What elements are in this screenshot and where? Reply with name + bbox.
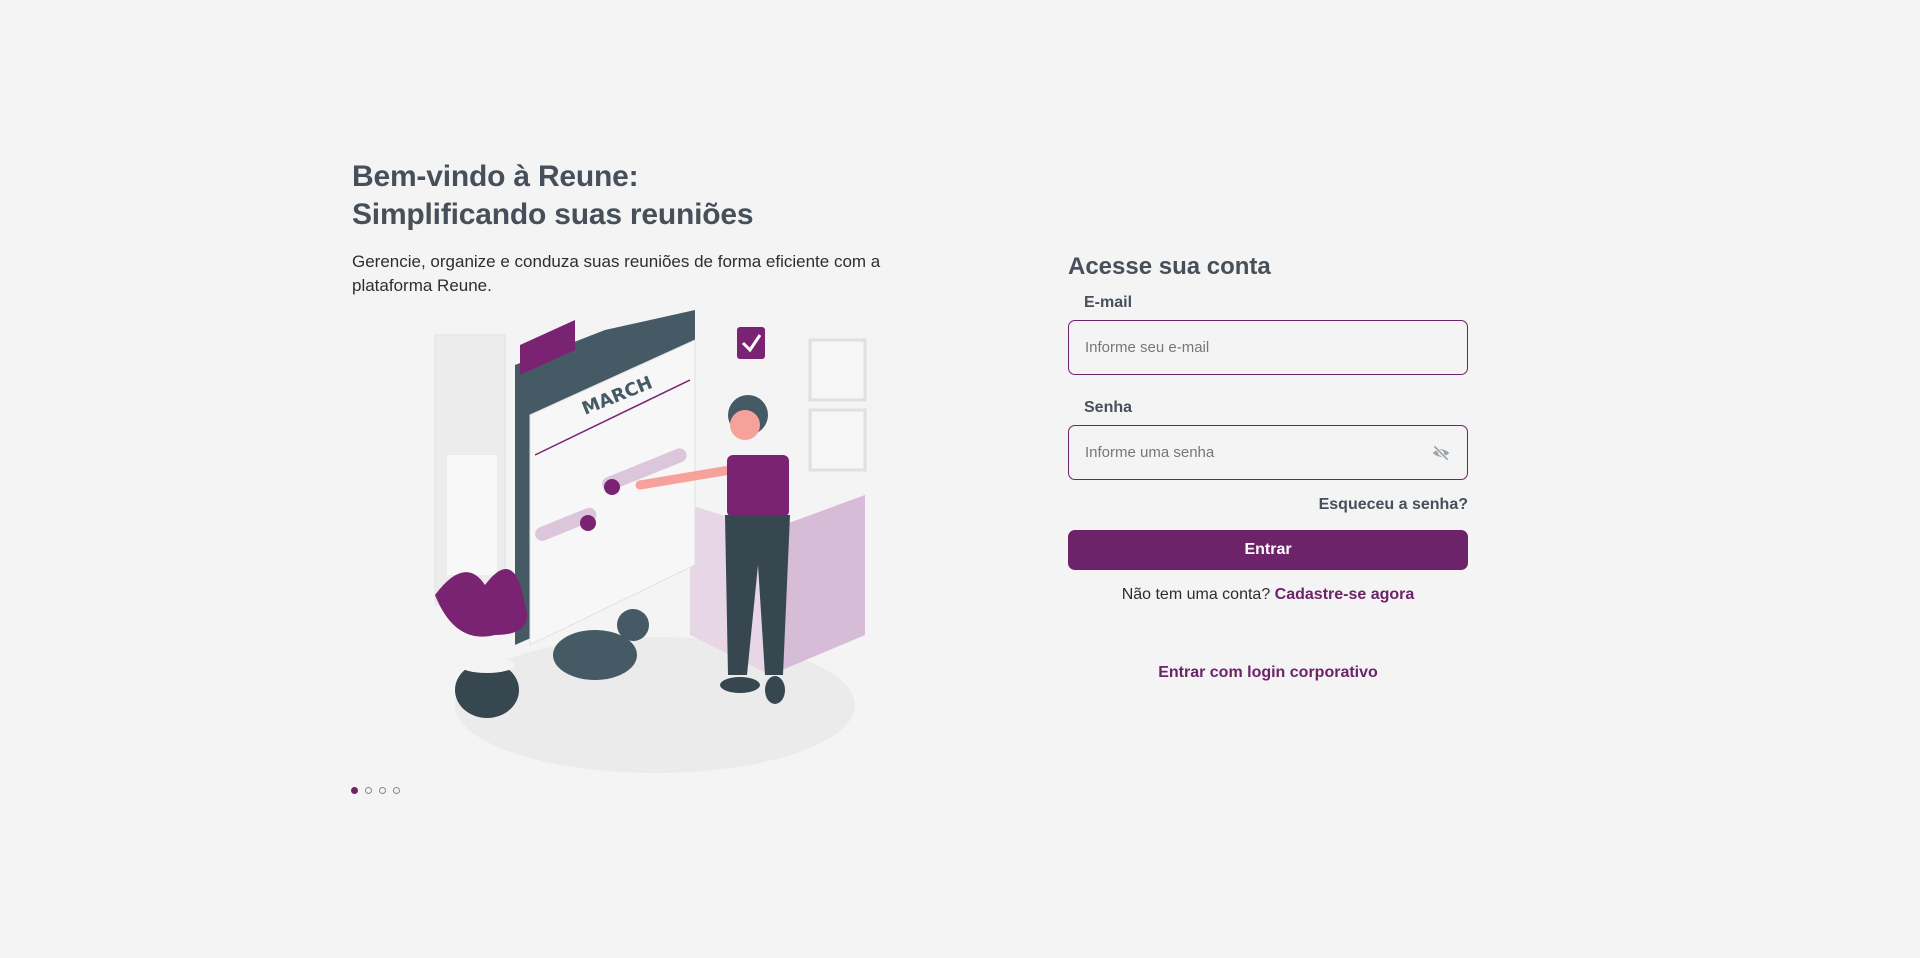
password-input[interactable] bbox=[1069, 426, 1467, 479]
corporate-login-link[interactable]: Entrar com login corporativo bbox=[1068, 664, 1468, 682]
signup-link[interactable]: Cadastre-se agora bbox=[1275, 586, 1415, 603]
eye-off-icon[interactable] bbox=[1431, 443, 1451, 463]
login-button[interactable]: Entrar bbox=[1068, 530, 1468, 570]
email-field-box bbox=[1068, 320, 1468, 375]
no-account-text: Não tem uma conta? bbox=[1121, 586, 1271, 603]
hero-title-line2: Simplificando suas reuniões bbox=[352, 198, 754, 231]
login-form: Acesse sua conta E-mail Senha Esqueceu a… bbox=[1068, 250, 1468, 682]
password-label: Senha bbox=[1084, 399, 1133, 416]
hero-description: Gerencie, organize e conduza suas reuniõ… bbox=[352, 252, 881, 295]
email-input[interactable] bbox=[1069, 321, 1467, 374]
calendar-illustration: MARCH bbox=[434, 310, 867, 773]
carousel-dot-3[interactable] bbox=[379, 787, 386, 794]
carousel-dots bbox=[351, 787, 400, 794]
signup-row: Não tem uma conta? Cadastre-se agora bbox=[1068, 586, 1468, 604]
email-label: E-mail bbox=[1084, 294, 1133, 311]
password-field-box bbox=[1068, 425, 1468, 480]
hero-title: Bem-vindo à Reune: Simplificando suas re… bbox=[352, 158, 754, 234]
hero-title-line1: Bem-vindo à Reune: bbox=[352, 160, 639, 193]
carousel-dot-1[interactable] bbox=[351, 787, 358, 794]
carousel-dot-2[interactable] bbox=[365, 787, 372, 794]
carousel-dot-4[interactable] bbox=[393, 787, 400, 794]
login-title: Acesse sua conta bbox=[1068, 253, 1271, 280]
forgot-password-link[interactable]: Esqueceu a senha? bbox=[1068, 496, 1468, 514]
